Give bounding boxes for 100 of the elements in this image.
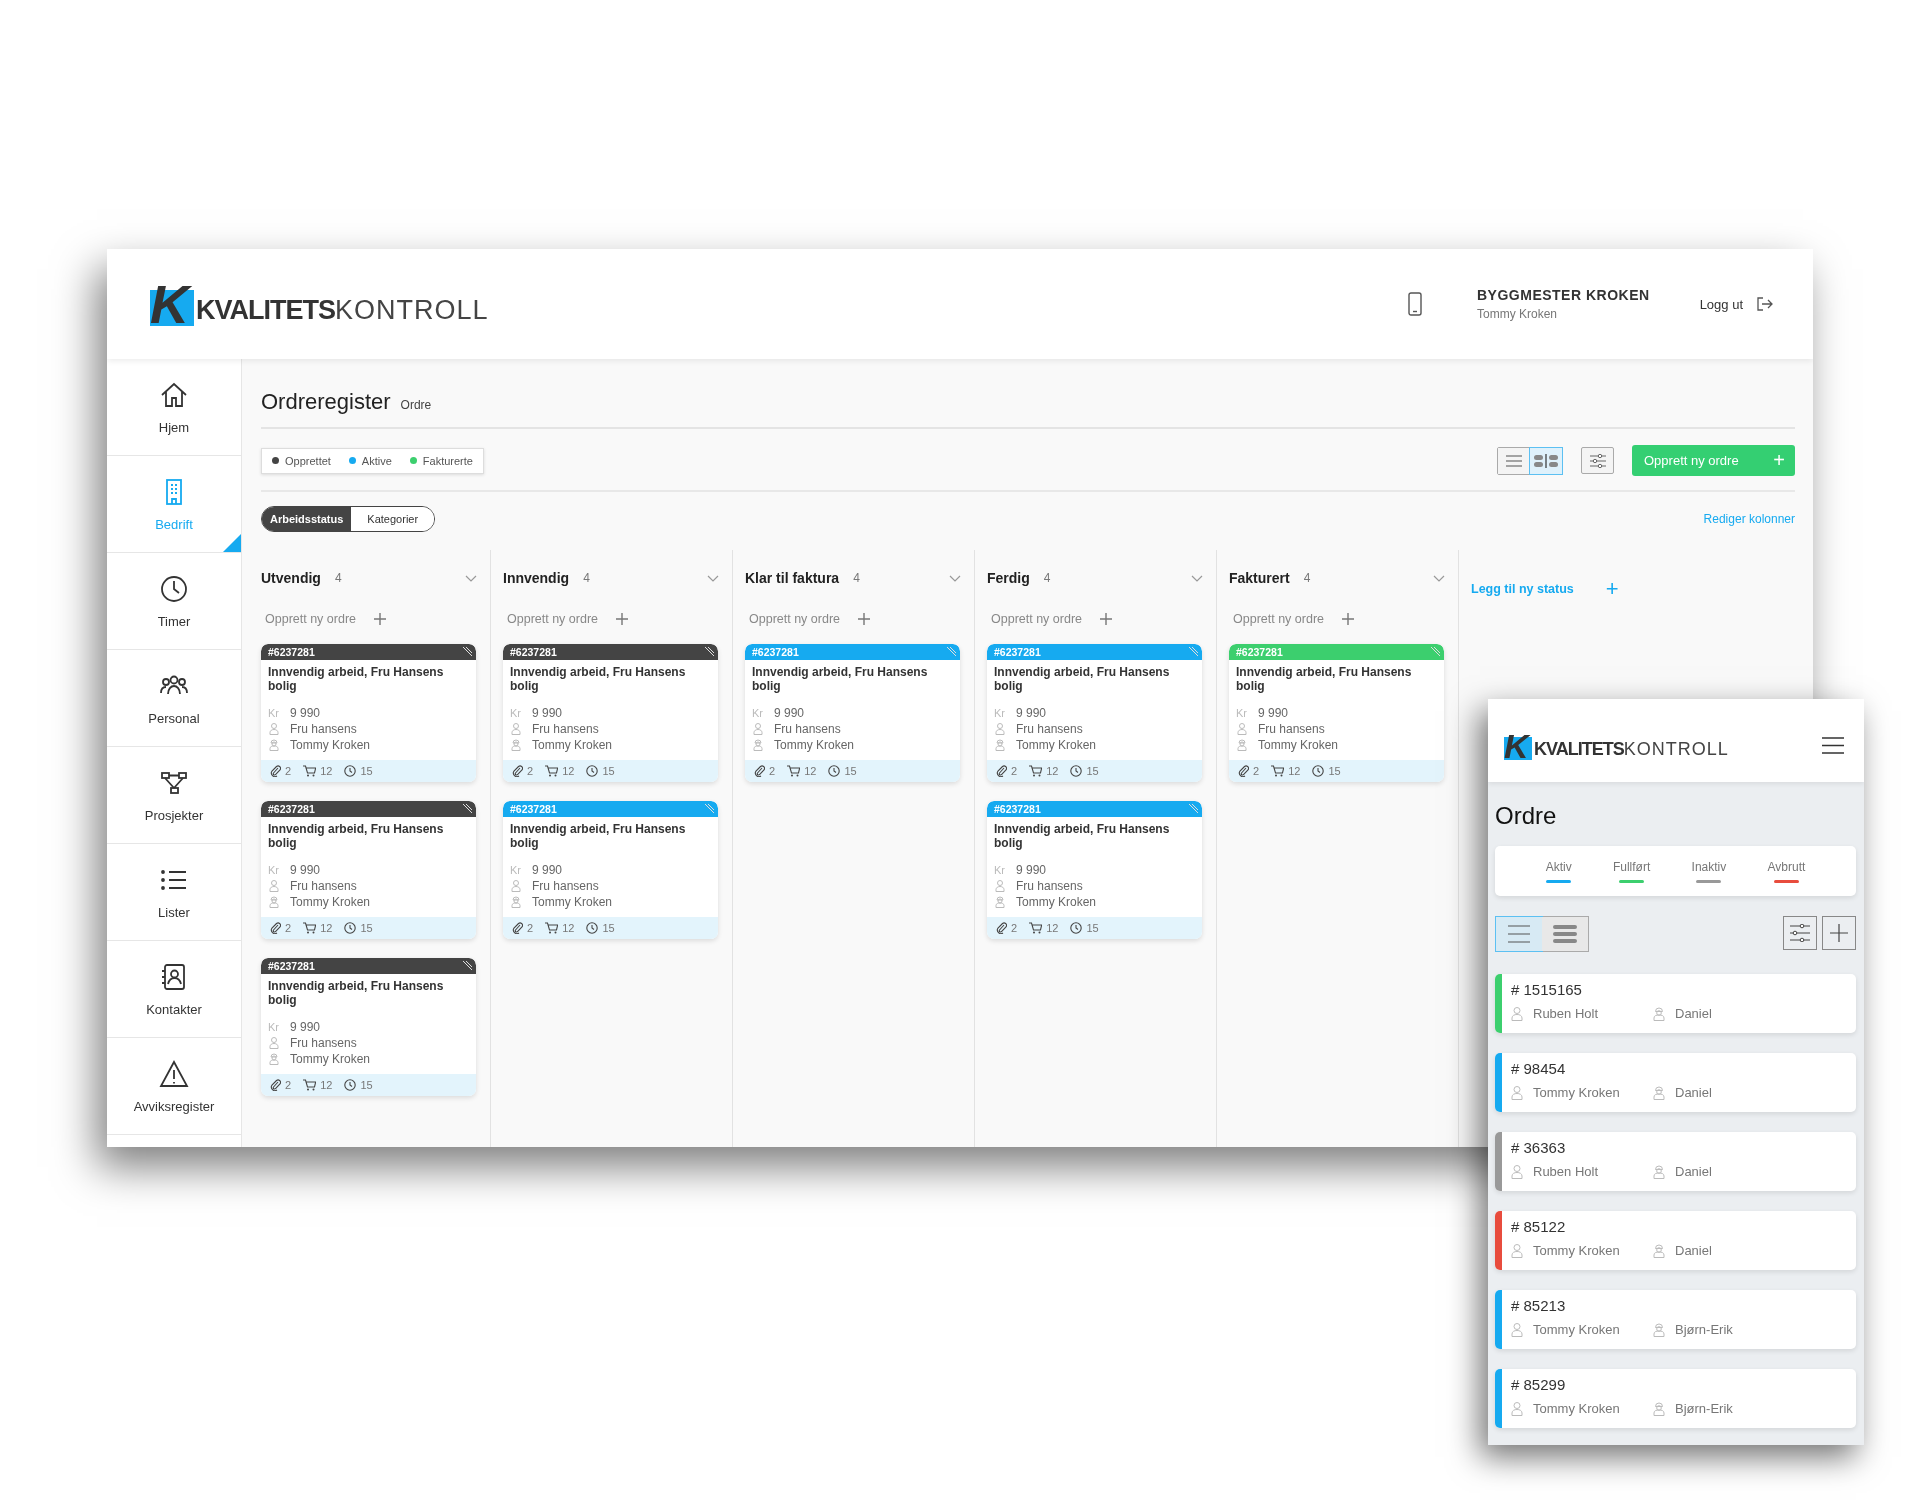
filter-button[interactable] [1581,447,1614,474]
cart-icon [1029,765,1043,777]
chevron-down-icon[interactable] [465,574,477,582]
order-title: Innvendig arbeid, Fru Hansens bolig [1235,664,1413,695]
add-button[interactable] [1822,916,1856,950]
chevron-down-icon[interactable] [707,574,719,582]
currency-label: Kr [1236,707,1248,719]
column-count: 4 [1303,571,1311,585]
order-row[interactable]: # 85122 Tommy Kroken Daniel [1495,1211,1856,1270]
item-count: 12 [562,765,575,777]
order-card[interactable]: #6237281 Innvendig arbeid, Fru Hansens bolig Kr 9 990 Fru hansens Tommy Kroken 2 12 15 [745,644,960,782]
mobile-title: Ordre [1495,802,1558,830]
person-icon [1511,1401,1523,1416]
paperclip-icon [996,765,1007,777]
order-number: #6237281 [994,646,1041,658]
attachment-count: 2 [285,1079,292,1091]
item-count: 12 [562,922,575,934]
column-title: Klar til faktura [745,570,840,586]
logout-link[interactable]: Logg ut [1699,296,1743,312]
plus-icon[interactable] [374,613,386,625]
group-tab[interactable]: Arbeidsstatus [262,507,352,531]
worker-icon [1653,1243,1665,1258]
currency-label: Kr [752,707,764,719]
logout-icon[interactable] [1757,297,1773,311]
column-count: 4 [853,571,860,585]
sidebar-item[interactable]: Hjem [107,359,241,456]
currency-label: Kr [268,864,280,876]
order-card[interactable]: #6237281 Innvendig arbeid, Fru Hansens bolig Kr 9 990 Fru hansens Tommy Kroken 2 12 15 [261,958,476,1096]
status-tab[interactable]: Inaktiv [1691,859,1727,883]
order-card[interactable]: #6237281 Innvendig arbeid, Fru Hansens bolig Kr 9 990 Fru hansens Tommy Kroken 2 12 15 [503,644,718,782]
order-row[interactable]: # 36363 Ruben Holt Daniel [1495,1132,1856,1191]
attachment-count: 2 [769,765,776,777]
breadcrumb: Ordre [400,398,432,412]
order-card[interactable]: #6237281 Innvendig arbeid, Fru Hansens bolig Kr 9 990 Fru hansens Tommy Kroken 2 12 15 [261,644,476,782]
paperclip-icon [754,765,765,777]
sidebar-item[interactable]: Personal [107,650,241,747]
order-number: # 98454 [1511,1060,1567,1077]
order-card[interactable]: #6237281 Innvendig arbeid, Fru Hansens bolig Kr 9 990 Fru hansens Tommy Kroken 2 12 15 [1229,644,1444,782]
chevron-down-icon[interactable] [949,574,961,582]
clock-icon [828,765,841,777]
order-row[interactable]: # 85213 Tommy Kroken Bjørn-Erik [1495,1290,1856,1349]
status-tab[interactable]: Fullført [1612,859,1651,883]
order-row[interactable]: # 98454 Tommy Kroken Daniel [1495,1053,1856,1112]
clock-icon [586,922,599,934]
customer-name: Fru hansens [1016,879,1083,893]
order-amount: 9 990 [532,863,563,877]
sidebar-item[interactable]: Kontakter [107,941,241,1038]
compact-view-button[interactable] [1542,917,1588,951]
person-icon [510,880,522,892]
sidebar-item[interactable]: Avviksregister [107,1038,241,1135]
order-number: #6237281 [268,960,315,972]
order-amount: 9 990 [290,1020,321,1034]
order-amount: 9 990 [290,706,321,720]
person-icon [268,1037,280,1049]
order-title: Innvendig arbeid, Fru Hansens bolig [509,664,687,695]
worker-name: Tommy Kroken [532,895,613,909]
order-row[interactable]: # 1515165 Ruben Holt Daniel [1495,974,1856,1033]
chevron-down-icon[interactable] [1191,574,1203,582]
paperclip-icon [512,922,523,934]
phone-icon[interactable] [1408,292,1422,316]
order-card[interactable]: #6237281 Innvendig arbeid, Fru Hansens bolig Kr 9 990 Fru hansens Tommy Kroken 2 12 15 [987,644,1202,782]
warning-icon [159,1058,189,1089]
sidebar-item[interactable]: Prosjekter [107,747,241,844]
order-card[interactable]: #6237281 Innvendig arbeid, Fru Hansens bolig Kr 9 990 Fru hansens Tommy Kroken 2 12 15 [503,801,718,939]
group-tab[interactable]: Kategorier [351,507,435,531]
item-count: 12 [1288,765,1301,777]
paperclip-icon [996,922,1007,934]
item-count: 12 [1046,765,1059,777]
plus-icon[interactable] [1100,613,1112,625]
list-view-button[interactable] [1496,917,1542,951]
chevron-down-icon[interactable] [1433,574,1445,582]
status-tab[interactable]: Avbrutt [1767,859,1806,883]
sidebar-item[interactable]: Lister [107,844,241,941]
worker-name: Bjørn-Erik [1675,1322,1733,1337]
menu-icon[interactable] [1822,737,1844,754]
worker-icon [1653,1401,1665,1416]
plus-icon[interactable] [858,613,870,625]
plus-icon[interactable] [1342,613,1354,625]
bars-icon [1553,924,1577,944]
filter-button[interactable] [1783,916,1817,950]
order-amount: 9 990 [1016,706,1047,720]
order-row[interactable]: # 85299 Tommy Kroken Bjørn-Erik [1495,1369,1856,1428]
person-icon [1511,1006,1523,1021]
paperclip-icon [270,765,281,777]
plus-icon[interactable] [616,613,628,625]
order-card[interactable]: #6237281 Innvendig arbeid, Fru Hansens bolig Kr 9 990 Fru hansens Tommy Kroken 2 12 15 [987,801,1202,939]
person-icon [1511,1322,1523,1337]
order-number: # 1515165 [1511,981,1583,998]
board-view-button[interactable] [1530,447,1562,474]
person-icon [1236,723,1248,735]
customer-name: Fru hansens [532,722,599,736]
list-view-button[interactable] [1498,447,1530,474]
order-card[interactable]: #6237281 Innvendig arbeid, Fru Hansens bolig Kr 9 990 Fru hansens Tommy Kroken 2 12 15 [261,801,476,939]
diagonal-lines-icon [462,647,472,657]
sidebar-item[interactable]: Timer [107,553,241,650]
person-icon [1511,1243,1523,1258]
worker-icon [752,739,764,751]
status-tab[interactable]: Aktiv [1545,859,1572,883]
customer-name: Fru hansens [1258,722,1325,736]
worker-name: Tommy Kroken [290,895,371,909]
